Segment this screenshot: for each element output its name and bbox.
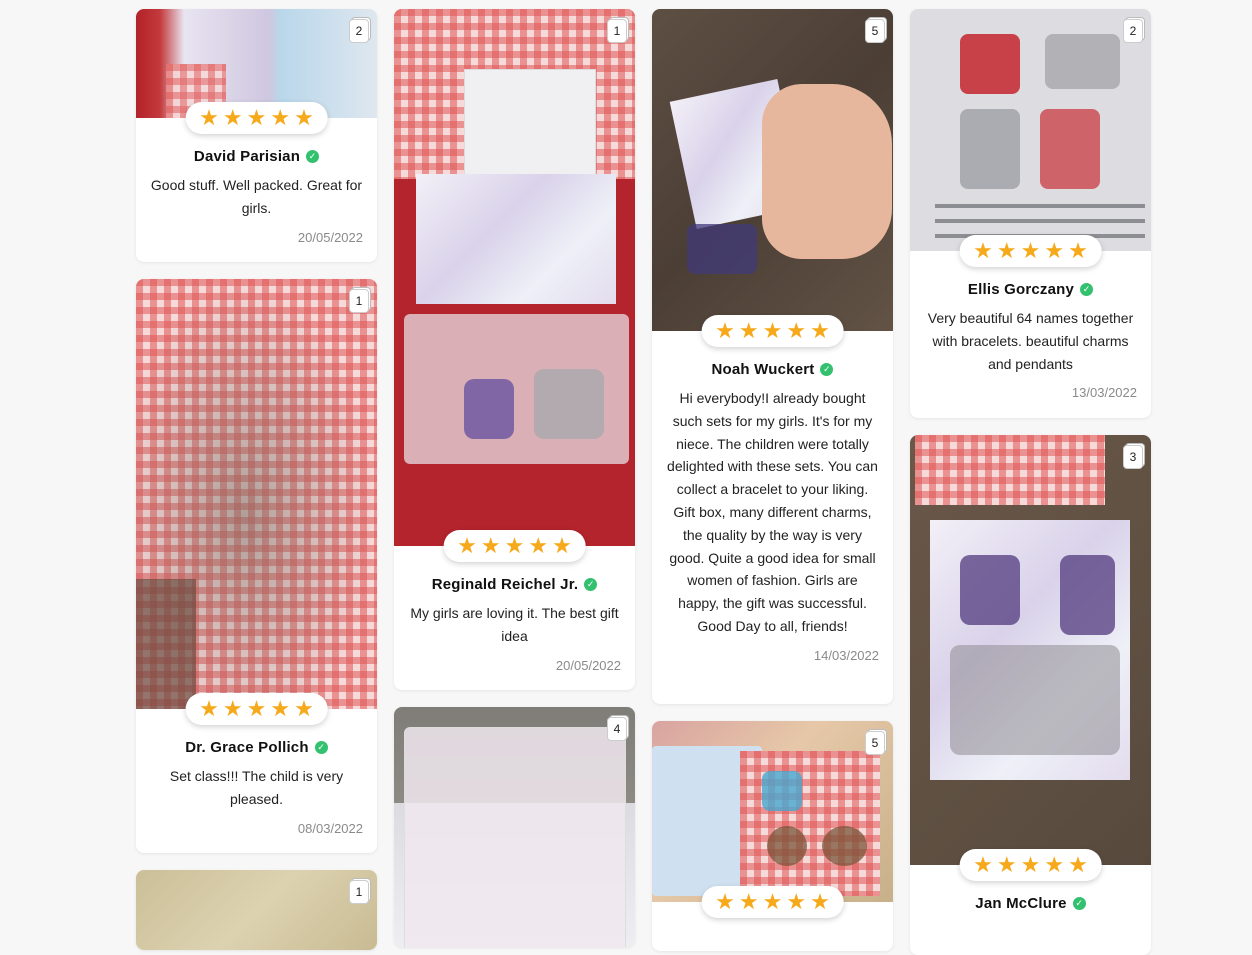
photo-count-badge: 5 [865,731,885,755]
star-icon: ★ [1020,852,1041,877]
review-text: Hi everybody!I already bought such sets … [667,390,878,634]
review-text: Set class!!! The child is very pleased. [169,768,344,807]
star-icon: ★ [199,696,219,721]
photo-count-badge: 5 [865,19,885,43]
star-icon: ★ [480,533,501,558]
review-card[interactable]: 1 ★ ★ ★ ★ ★ Dr. Grace Pollich ✓ Set class!!! … [136,279,377,853]
star-icon: ★ [738,889,759,914]
verified-check-icon: ✓ [584,578,598,591]
star-icon: ★ [996,238,1017,263]
review-card[interactable]: 5 ★ ★ ★ ★ ★ [652,721,893,951]
review-date: 08/03/2022 [297,820,363,836]
reviewer-name: Noah Wuckert [711,361,815,378]
reviewer-name: Reginald Reichel Jr. [431,576,579,593]
star-icon: ★ [738,318,759,343]
photo-count-badge: 1 [349,880,369,904]
star-icon: ★ [786,318,807,343]
photo-count-badge: 4 [607,717,627,741]
review-date: 14/03/2022 [813,647,879,663]
photo-count-badge: 2 [1123,19,1143,43]
star-icon: ★ [270,105,291,130]
review-card[interactable]: 5 ★ ★ ★ ★ ★ Noah Wuckert ✓ Hi everybody!I alr… [652,9,893,704]
star-icon: ★ [715,318,735,343]
star-icon: ★ [246,105,267,130]
star-icon: ★ [715,889,735,914]
verified-check-icon: ✓ [314,741,328,754]
review-photo[interactable]: 4 [394,707,635,947]
review-photo[interactable]: 3 [910,435,1151,865]
review-date: 20/05/2022 [555,657,621,673]
verified-check-icon: ✓ [820,363,834,376]
verified-check-icon: ✓ [1080,283,1094,296]
star-icon: ★ [1044,238,1065,263]
review-card[interactable]: 2 ★ ★ ★ ★ ★ David Parisian ✓ Good stuff. Well… [136,9,377,262]
review-date: 13/03/2022 [1071,385,1137,401]
star-icon: ★ [973,852,993,877]
star-icon: ★ [762,889,783,914]
review-photo[interactable]: 5 [652,721,893,902]
review-card[interactable]: 2 ★ ★ ★ ★ ★ Ellis Gorczany ✓ Very beautiful 6… [910,9,1151,418]
reviewer-name: Ellis Gorczany [967,281,1075,298]
star-icon: ★ [1068,852,1088,877]
review-photo[interactable]: 2 [910,9,1151,251]
review-photo[interactable]: 1 [136,870,377,950]
review-photo[interactable]: 5 [652,9,893,331]
star-icon: ★ [246,696,267,721]
star-icon: ★ [504,533,525,558]
verified-check-icon: ✓ [1072,897,1086,910]
review-photo[interactable]: 1 [136,279,377,709]
review-card[interactable]: 1 ★ ★ ★ ★ ★ Reginald Reichel Jr. ✓ My girls a… [394,9,635,690]
star-icon: ★ [786,889,807,914]
star-icon: ★ [1020,238,1041,263]
star-rating: ★ ★ ★ ★ ★ [443,530,586,562]
reviewer-name: David Parisian [193,148,301,165]
star-icon: ★ [973,238,993,263]
star-icon: ★ [199,105,219,130]
photo-count-badge: 2 [349,19,369,43]
review-card[interactable]: 4 [394,707,635,947]
star-icon: ★ [552,533,572,558]
star-rating: ★ ★ ★ ★ ★ [959,235,1102,267]
star-icon: ★ [810,889,830,914]
star-icon: ★ [270,696,291,721]
star-icon: ★ [222,696,243,721]
star-icon: ★ [457,533,477,558]
review-text: Very beautiful 64 names together with br… [927,310,1134,372]
review-card[interactable]: 1 [136,870,377,950]
star-rating: ★ ★ ★ ★ ★ [701,886,844,918]
star-icon: ★ [996,852,1017,877]
star-rating: ★ ★ ★ ★ ★ [185,102,328,134]
star-icon: ★ [1068,238,1088,263]
star-rating: ★ ★ ★ ★ ★ [701,315,844,347]
review-photo[interactable]: 1 [394,9,635,546]
review-card[interactable]: 3 ★ ★ ★ ★ ★ Jan McClure ✓ [910,435,1151,955]
star-icon: ★ [222,105,243,130]
star-rating: ★ ★ ★ ★ ★ [959,849,1102,881]
verified-check-icon: ✓ [306,150,320,163]
photo-count-badge: 3 [1123,445,1143,469]
star-rating: ★ ★ ★ ★ ★ [185,693,328,725]
photo-count-badge: 1 [607,19,627,43]
review-date: 20/05/2022 [297,229,363,245]
review-text: Good stuff. Well packed. Great for girls… [150,177,363,216]
star-icon: ★ [1044,852,1065,877]
review-text: My girls are loving it. The best gift id… [410,605,619,644]
reviewer-name: Jan McClure [975,895,1067,912]
star-icon: ★ [762,318,783,343]
reviews-masonry-grid: 2 ★ ★ ★ ★ ★ David Parisian ✓ Good stuff. Well… [0,0,1252,955]
star-icon: ★ [528,533,549,558]
star-icon: ★ [294,105,314,130]
star-icon: ★ [810,318,830,343]
star-icon: ★ [294,696,314,721]
photo-count-badge: 1 [349,289,369,313]
reviewer-name: Dr. Grace Pollich [185,739,309,756]
